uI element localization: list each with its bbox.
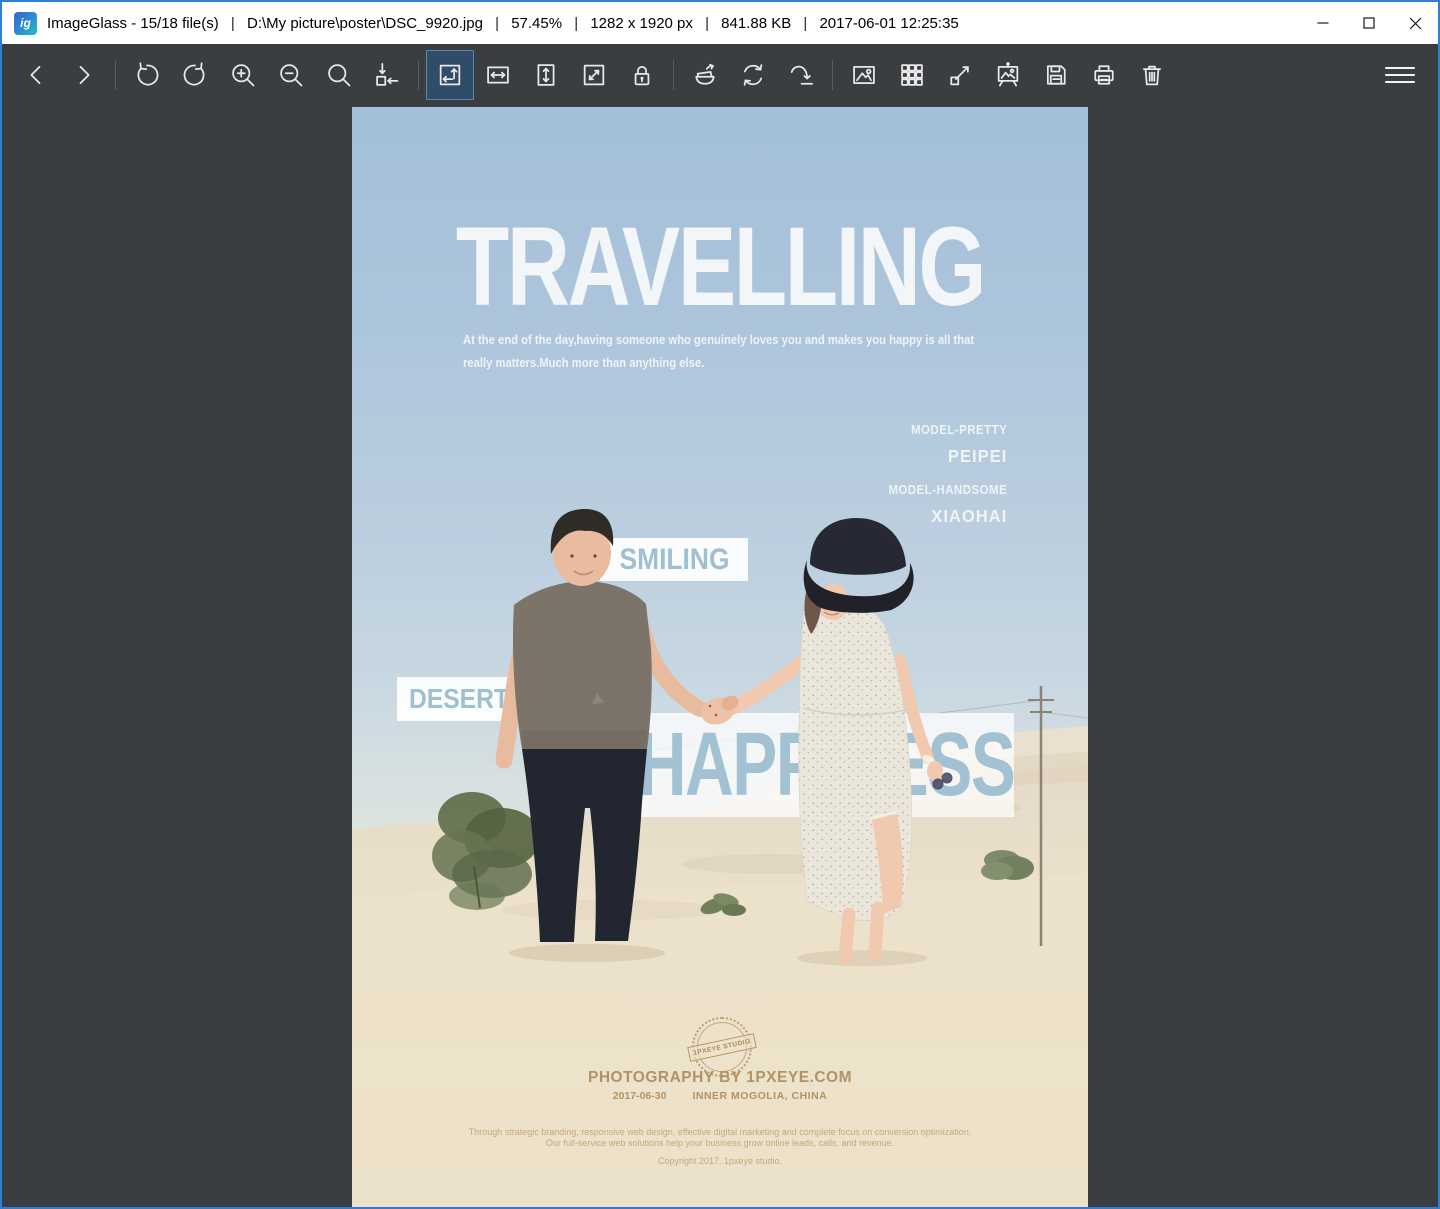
title-divider: | bbox=[574, 15, 578, 32]
toolbar-separator bbox=[832, 60, 833, 90]
model-label: MODEL-PRETTY bbox=[888, 423, 1007, 437]
main-menu-button[interactable] bbox=[1374, 51, 1426, 99]
scale-to-fit-button[interactable] bbox=[570, 50, 618, 100]
zoom-out-icon bbox=[277, 61, 305, 89]
save-button[interactable] bbox=[1032, 50, 1080, 100]
app-logo-icon: ig bbox=[14, 12, 37, 35]
auto-zoom-icon bbox=[436, 61, 464, 89]
title-zoom-level: 57.45% bbox=[511, 15, 562, 32]
title-divider: | bbox=[803, 15, 807, 32]
zoom-icon bbox=[325, 61, 353, 89]
picture-icon bbox=[850, 61, 878, 89]
chevron-right-icon bbox=[70, 61, 98, 89]
shoot-location: INNER MOGOLIA, CHINA bbox=[692, 1090, 827, 1102]
rotate-right-icon bbox=[181, 61, 209, 89]
lock-zoom-button[interactable] bbox=[618, 50, 666, 100]
scale-to-width-icon bbox=[484, 61, 512, 89]
titlebar[interactable]: ig ImageGlass - 15/18 file(s) | D:\My pi… bbox=[2, 2, 1438, 44]
zoom-in-button[interactable] bbox=[219, 50, 267, 100]
close-icon bbox=[1409, 17, 1422, 30]
zoom-button[interactable] bbox=[315, 50, 363, 100]
refresh-button[interactable] bbox=[729, 50, 777, 100]
next-image-button[interactable] bbox=[60, 50, 108, 100]
grid-icon bbox=[898, 61, 926, 89]
model-label: MODEL-HANDSOME bbox=[888, 483, 1007, 497]
thumbnail-gallery-button[interactable] bbox=[888, 50, 936, 100]
title-divider: | bbox=[705, 15, 709, 32]
model-name: PEIPEI bbox=[884, 446, 1007, 467]
previous-image-button[interactable] bbox=[12, 50, 60, 100]
rotate-left-icon bbox=[133, 61, 161, 89]
title-divider: | bbox=[495, 15, 499, 32]
woman-figure bbox=[732, 518, 952, 958]
refresh-icon bbox=[739, 61, 767, 89]
print-button[interactable] bbox=[1080, 50, 1128, 100]
chevron-left-icon bbox=[22, 61, 50, 89]
open-export-button[interactable] bbox=[681, 50, 729, 100]
minimize-icon bbox=[1317, 17, 1329, 29]
title-datetime: 2017-06-01 12:25:35 bbox=[819, 15, 958, 32]
fine-print: Through strategic branding, responsive w… bbox=[352, 1127, 1088, 1149]
zoom-out-button[interactable] bbox=[267, 50, 315, 100]
photography-credit: PHOTOGRAPHY BY 1PXEYE.COM bbox=[352, 1069, 1088, 1087]
scale-to-fit-icon bbox=[580, 61, 608, 89]
copyright-line: Copyright 2017. 1pxeye studio. bbox=[352, 1156, 1088, 1166]
app-window: ig ImageGlass - 15/18 file(s) | D:\My pi… bbox=[0, 0, 1440, 1209]
actual-size-button[interactable] bbox=[363, 50, 411, 100]
title-app-name: ImageGlass - 15/18 file(s) bbox=[47, 15, 219, 32]
title-file-path: D:\My picture\poster\DSC_9920.jpg bbox=[247, 15, 483, 32]
model-credits: MODEL-PRETTY PEIPEI MODEL-HANDSOME XIAOH… bbox=[878, 423, 1007, 527]
man-figure bbox=[504, 509, 700, 942]
save-icon bbox=[1042, 61, 1070, 89]
scale-to-height-button[interactable] bbox=[522, 50, 570, 100]
trash-icon bbox=[1138, 61, 1166, 89]
slideshow-button[interactable] bbox=[984, 50, 1032, 100]
displayed-image[interactable]: SMILING DESERT HAPPINESS bbox=[352, 107, 1088, 1207]
redo-arrow-icon bbox=[787, 61, 815, 89]
close-button[interactable] bbox=[1392, 2, 1438, 44]
poster-subtitle: At the end of the day,having someone who… bbox=[463, 329, 974, 375]
delete-button[interactable] bbox=[1128, 50, 1176, 100]
title-file-size: 841.88 KB bbox=[721, 15, 791, 32]
rotate-left-button[interactable] bbox=[123, 50, 171, 100]
model-name: XIAOHAI bbox=[884, 506, 1007, 527]
studio-stamp: 1PXEYE STUDIO bbox=[692, 1017, 752, 1077]
poster-title: TRAVELLING bbox=[433, 211, 1007, 323]
maximize-icon bbox=[1363, 17, 1375, 29]
toolbar bbox=[2, 44, 1438, 105]
title-dimensions: 1282 x 1920 px bbox=[590, 15, 693, 32]
shoot-date: 2017-06-30 bbox=[613, 1090, 667, 1102]
date-location-line: 2017-06-30 INNER MOGOLIA, CHINA bbox=[352, 1090, 1088, 1102]
toolbar-separator bbox=[673, 60, 674, 90]
title-divider: | bbox=[231, 15, 235, 32]
actual-size-icon bbox=[373, 61, 401, 89]
rotate-right-button[interactable] bbox=[171, 50, 219, 100]
toolbar-separator bbox=[115, 60, 116, 90]
fullscreen-icon bbox=[946, 61, 974, 89]
hamburger-menu-icon bbox=[1384, 63, 1416, 87]
redo-button[interactable] bbox=[777, 50, 825, 100]
boat-export-icon bbox=[691, 61, 719, 89]
image-viewer-canvas: SMILING DESERT HAPPINESS bbox=[2, 105, 1438, 1207]
scale-to-height-icon bbox=[532, 61, 560, 89]
print-icon bbox=[1090, 61, 1118, 89]
window-controls bbox=[1300, 2, 1438, 44]
minimize-button[interactable] bbox=[1300, 2, 1346, 44]
window-title: ImageGlass - 15/18 file(s) | D:\My pictu… bbox=[47, 15, 959, 32]
picture-button[interactable] bbox=[840, 50, 888, 100]
zoom-in-icon bbox=[229, 61, 257, 89]
lock-icon bbox=[628, 61, 656, 89]
toolbar-separator bbox=[418, 60, 419, 90]
fullscreen-button[interactable] bbox=[936, 50, 984, 100]
auto-zoom-button[interactable] bbox=[426, 50, 474, 100]
slideshow-icon bbox=[994, 61, 1022, 89]
scale-to-width-button[interactable] bbox=[474, 50, 522, 100]
maximize-button[interactable] bbox=[1346, 2, 1392, 44]
